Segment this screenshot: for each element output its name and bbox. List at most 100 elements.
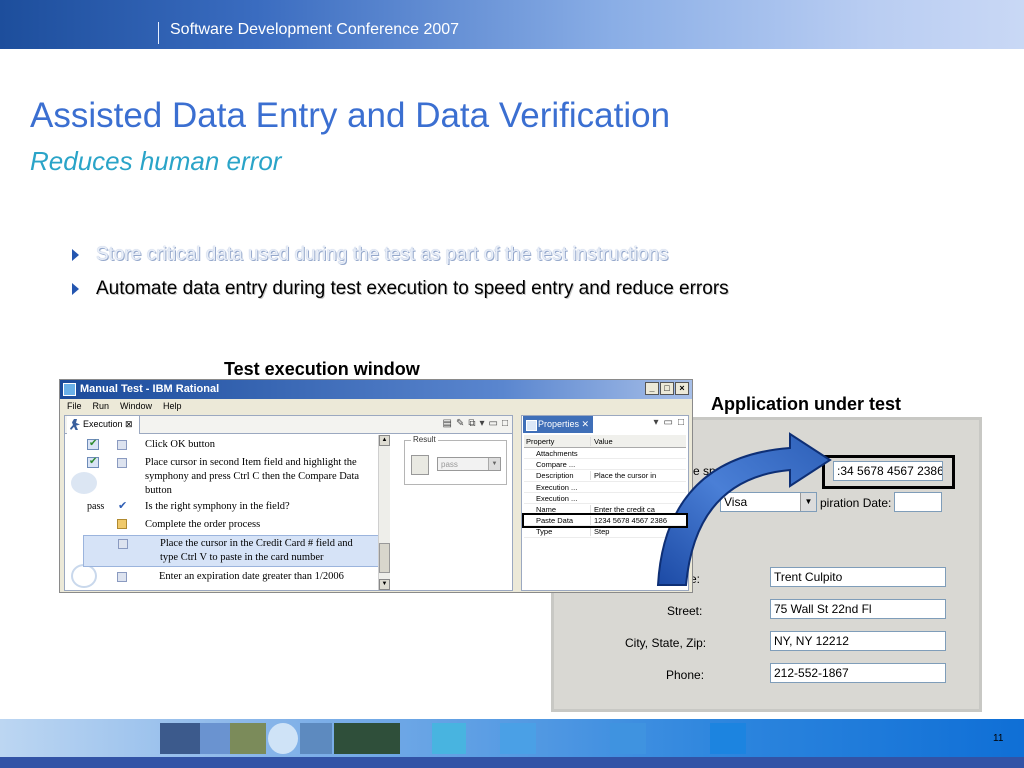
checkbox[interactable]: [87, 438, 99, 450]
step-list: Click OK button Place cursor in second I…: [83, 435, 379, 590]
tab-execution-label: Execution: [83, 419, 123, 429]
close-tab-icon[interactable]: ⊠: [125, 419, 133, 429]
bullet-arrow-icon: [72, 249, 79, 261]
header-banner: Software Development Conference 2007: [0, 0, 1024, 49]
attachment-icon[interactable]: [411, 455, 429, 475]
menu-run[interactable]: Run: [93, 401, 110, 414]
step-text: Place the cursor in the Credit Card # fi…: [160, 538, 353, 563]
footer-tile: [160, 723, 200, 754]
scroll-up-icon[interactable]: ▲: [379, 435, 390, 446]
step-result: pass: [87, 501, 105, 512]
property-name: Attachments: [536, 449, 578, 458]
menu-window[interactable]: Window: [120, 401, 152, 414]
footer-tile: [230, 723, 266, 754]
property-name: Type: [536, 527, 553, 537]
test-execution-window: Manual Test - IBM Rational _ □ × File Ru…: [59, 379, 693, 593]
phone-label: Phone:: [666, 668, 705, 682]
maximize-pane-icon[interactable]: □: [502, 418, 508, 429]
step-text: Enter an expiration date greater than 1/…: [159, 571, 344, 582]
execution-toolbar: ▤ ✎ ⧉ ▾ ▭ □: [442, 418, 508, 429]
step-text: Is the right symphony in the field?: [145, 501, 290, 512]
table-row-paste-data[interactable]: Paste Data 1234 5678 4567 2386: [522, 513, 688, 529]
street-field[interactable]: 75 Wall St 22nd Fl: [770, 599, 946, 619]
curved-arrow-icon: [656, 432, 832, 586]
street-label: Street:: [667, 604, 703, 618]
expiration-field[interactable]: [894, 492, 942, 512]
edit-icon[interactable]: ✎: [456, 418, 464, 429]
list-item[interactable]: pass ✔ Is the right symphony in the fiel…: [83, 498, 379, 516]
list-item[interactable]: Click OK button: [83, 437, 379, 453]
window-title: Manual Test - IBM Rational: [80, 383, 220, 395]
minimize-icon[interactable]: _: [645, 382, 659, 395]
column-header-property: Property: [526, 437, 555, 446]
footer-tile: [300, 723, 332, 754]
result-legend: Result: [411, 435, 438, 444]
property-name: Paste Data: [536, 516, 574, 526]
list-item[interactable]: Place cursor in second Item field and hi…: [83, 455, 379, 499]
step-text: Click OK button: [145, 439, 215, 450]
property-name: Name: [536, 504, 557, 514]
list-item[interactable]: Place the cursor in the Credit Card # fi…: [83, 535, 379, 567]
bullet-arrow-icon: [72, 283, 79, 295]
checkmark-icon: ✔: [118, 500, 128, 512]
close-tab-icon[interactable]: ✕: [582, 419, 590, 429]
slide-subtitle: Reduces human error: [30, 146, 282, 176]
step-text: Place cursor in second Item field and hi…: [145, 457, 360, 496]
result-group: Result pass ▼: [404, 435, 507, 485]
phone-field[interactable]: 212-552-1867: [770, 663, 946, 683]
step-text: Complete the order process: [145, 519, 261, 530]
folder-icon: [117, 519, 127, 529]
scroll-down-icon[interactable]: ▼: [379, 579, 390, 590]
vertical-scrollbar[interactable]: ▲ ▼: [378, 435, 390, 590]
scroll-thumb[interactable]: [379, 543, 390, 573]
app-icon: [63, 383, 76, 396]
header-divider: [158, 22, 159, 44]
footer-tile: [334, 723, 400, 754]
step-icon: [117, 458, 127, 468]
application-caption: Application under test: [711, 394, 902, 414]
conference-name: Software Development Conference 2007: [170, 21, 460, 38]
footer-tile: [500, 723, 536, 754]
minimize-pane-icon[interactable]: ▭: [489, 418, 498, 429]
chevron-down-icon[interactable]: ▾: [479, 418, 484, 429]
bullet-item: Store critical data used during the test…: [70, 244, 729, 278]
bullet-list: Store critical data used during the test…: [70, 244, 729, 312]
window-titlebar[interactable]: Manual Test - IBM Rational _ □ ×: [60, 380, 692, 399]
bullet-item: Automate data entry during test executio…: [70, 278, 729, 312]
city-state-zip-field[interactable]: NY, NY 12212: [770, 631, 946, 651]
list-item[interactable]: Complete the order process: [83, 517, 379, 533]
step-icon: [117, 572, 127, 582]
footer-tile: [710, 723, 746, 754]
result-value: pass: [441, 460, 458, 469]
property-name: Execution ...: [536, 482, 578, 492]
step-icon: [117, 440, 127, 450]
document-icon[interactable]: ▤: [442, 418, 451, 429]
checkbox[interactable]: [87, 456, 99, 468]
footer-tile: [268, 723, 298, 754]
tab-properties[interactable]: Properties ✕: [523, 416, 593, 433]
footer-tile: [200, 723, 230, 754]
property-name: Description: [536, 471, 574, 481]
list-item[interactable]: Enter an expiration date greater than 1/…: [83, 569, 379, 585]
menu-help[interactable]: Help: [163, 401, 182, 414]
property-name: Execution ...: [536, 493, 578, 503]
property-name: Compare ...: [536, 460, 576, 470]
footer-tile: [610, 723, 646, 754]
slide-title: Assisted Data Entry and Data Verificatio…: [30, 96, 671, 135]
runner-icon: [70, 419, 80, 430]
step-icon: [118, 539, 128, 549]
execution-tabbar: Execution ⊠ ▤ ✎ ⧉ ▾ ▭ □: [65, 416, 512, 434]
result-select[interactable]: pass ▼: [437, 457, 501, 471]
city-state-zip-label: City, State, Zip:: [625, 636, 707, 650]
tab-properties-label: Properties: [538, 419, 580, 429]
window-controls: _ □ ×: [645, 382, 689, 395]
menu-file[interactable]: File: [67, 401, 82, 414]
chevron-down-icon[interactable]: ▼: [488, 458, 500, 470]
copy-icon[interactable]: ⧉: [468, 418, 475, 429]
tab-execution[interactable]: Execution ⊠: [67, 416, 140, 434]
footer-tile: [432, 723, 466, 754]
bullet-text: Store critical data used during the test…: [96, 244, 669, 265]
maximize-icon[interactable]: □: [660, 382, 674, 395]
close-icon[interactable]: ×: [675, 382, 689, 395]
bullet-text: Automate data entry during test executio…: [96, 278, 729, 299]
